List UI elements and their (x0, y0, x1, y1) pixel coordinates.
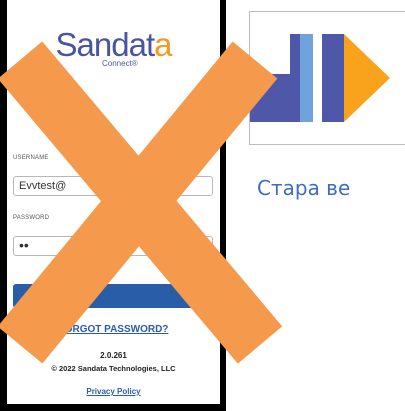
login-screen: Sandata Connect® USERNAME Evvtest@ PASSW… (7, 0, 220, 404)
password-field[interactable]: •• (13, 236, 213, 256)
login-button[interactable] (13, 284, 213, 308)
username-label: USERNAME (13, 155, 49, 161)
play-logo-icon (250, 34, 390, 122)
username-field[interactable]: Evvtest@ (13, 176, 213, 196)
logo-letters: andat (76, 26, 156, 63)
new-app-logo (249, 11, 405, 145)
logo-letter-a: a (154, 26, 172, 63)
app-version: 2.0.261 (100, 351, 127, 360)
privacy-policy-link[interactable]: Privacy Policy (7, 387, 220, 396)
logo-subtitle: Connect® (102, 59, 138, 68)
password-label: PASSWORD (13, 215, 50, 221)
copyright-text: © 2022 Sandata Technologies, LLC (51, 364, 176, 373)
phone-screenshot: Sandata Connect® USERNAME Evvtest@ PASSW… (0, 0, 226, 411)
forgot-password-link[interactable]: FORGOT PASSWORD? (7, 324, 220, 335)
logo-letter-s: S (55, 26, 78, 63)
caption-text: Стара ве (257, 176, 351, 200)
